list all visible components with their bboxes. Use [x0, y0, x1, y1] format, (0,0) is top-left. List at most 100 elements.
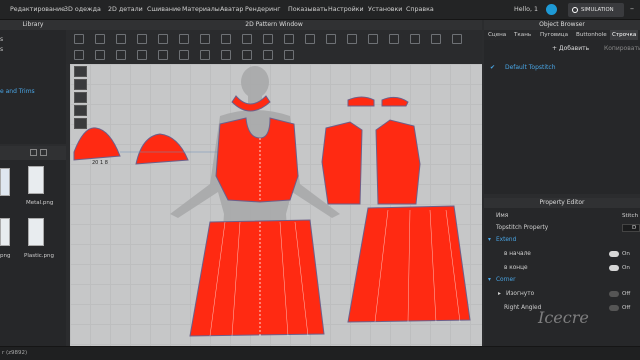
seam-tool-icon[interactable] [263, 34, 273, 44]
menu-item-3d-garment[interactable]: 3D одежда [64, 6, 101, 13]
visibility-tool-icon[interactable] [74, 105, 87, 116]
section-corner[interactable]: ▾ Corner [484, 274, 640, 286]
curve-tool-icon[interactable] [200, 34, 210, 44]
back-yoke-left[interactable] [347, 96, 375, 107]
pattern-canvas[interactable]: 20 1 8 [70, 64, 482, 346]
chevron-down-icon: ▾ [488, 277, 491, 283]
property-editor-title: Property Editor [484, 198, 640, 208]
pleat-tool-icon[interactable] [305, 34, 315, 44]
menu-item-preferences[interactable]: Установки [368, 6, 402, 13]
cloud-icon[interactable] [546, 4, 557, 15]
sleeve-pattern-right[interactable] [135, 133, 189, 165]
menu-item-2d-pattern[interactable]: 2D детали [108, 6, 143, 13]
library-tree-item[interactable]: s [0, 46, 3, 53]
measure-label: 20 1 8 [92, 160, 108, 166]
menu-item-avatar[interactable]: Аватар [220, 6, 243, 13]
library-thumb[interactable] [28, 218, 44, 246]
right-angled-toggle[interactable] [609, 305, 619, 311]
property-label: Topstitch Property [496, 225, 549, 231]
lock-icon[interactable] [74, 118, 87, 129]
tack-tool-icon[interactable] [263, 50, 273, 60]
property-value: D [632, 225, 637, 231]
library-title: Library [0, 20, 66, 30]
pattern-window-title: 2D Pattern Window [66, 20, 482, 30]
minimize-icon[interactable]: – [630, 5, 638, 13]
fold-tool-icon[interactable] [284, 34, 294, 44]
symmetric-tool-icon[interactable] [452, 34, 462, 44]
menu-item-edit[interactable]: Редактирование [10, 6, 65, 13]
menu-item-help[interactable]: Справка [406, 6, 434, 13]
notch-tool-icon[interactable] [242, 34, 252, 44]
property-value: Off [622, 291, 631, 297]
user-greeting[interactable]: Hello, 1 [514, 6, 538, 13]
add-button[interactable]: + Добавить [552, 44, 594, 54]
pin-tool-icon[interactable] [242, 50, 252, 60]
internal-line-tool-icon[interactable] [179, 34, 189, 44]
simulation-icon [572, 7, 578, 13]
transform-tool-icon[interactable] [95, 34, 105, 44]
copy-button[interactable]: Копировать [604, 44, 640, 54]
cut-tool-icon[interactable] [95, 50, 105, 60]
library-tree-item-selected[interactable]: e and Trims [0, 88, 35, 95]
topstitch-tool-icon[interactable] [326, 34, 336, 44]
menu-item-display[interactable]: Показывать [288, 6, 328, 13]
library-tree: s s e and Trims [0, 30, 66, 144]
circle-tool-icon[interactable] [158, 34, 168, 44]
library-thumb[interactable] [0, 218, 10, 246]
zipper-tool-icon[interactable] [368, 34, 378, 44]
property-value[interactable]: Stitch [622, 210, 638, 222]
extend-start-toggle[interactable] [609, 251, 619, 257]
library-item-label: Plastic.png [24, 253, 55, 259]
transform-tool-icon[interactable] [74, 79, 87, 90]
edit-tool-icon[interactable] [74, 92, 87, 103]
menu-item-settings[interactable]: Настройки [328, 6, 364, 13]
object-browser-title: Object Browser [484, 20, 640, 30]
trace-tool-icon[interactable] [137, 50, 147, 60]
topstitch-list-item[interactable]: ✔ Default Topstitch [490, 62, 640, 74]
menu-item-render[interactable]: Рендеринг [245, 6, 281, 13]
menu-item-materials[interactable]: Материалы [182, 6, 220, 13]
select-tool-icon[interactable] [74, 34, 84, 44]
bodice-back-left[interactable] [321, 121, 363, 205]
grade-tool-icon[interactable] [431, 34, 441, 44]
skirt-front[interactable] [189, 219, 325, 337]
rectangle-tool-icon[interactable] [137, 34, 147, 44]
text-tool-icon[interactable] [389, 34, 399, 44]
tab-buttonhole[interactable]: Buttonhole [576, 30, 607, 40]
library-thumb[interactable] [28, 166, 44, 194]
tab-fabric[interactable]: Ткань [514, 30, 531, 40]
menu-item-sewing[interactable]: Сшивание [147, 6, 181, 13]
tab-button[interactable]: Пуговица [540, 30, 568, 40]
view-list-icon[interactable] [40, 149, 47, 156]
property-label: в конце [504, 265, 528, 271]
select-tool-icon[interactable] [74, 66, 87, 77]
library-thumb[interactable] [0, 168, 10, 196]
property-row-extend-start: в начале On [484, 248, 640, 260]
style-tool-icon[interactable] [284, 50, 294, 60]
measure-tool-icon[interactable] [410, 34, 420, 44]
tab-scene[interactable]: Сцена [488, 30, 506, 40]
curved-toggle[interactable] [609, 291, 619, 297]
merge-tool-icon[interactable] [116, 50, 126, 60]
annotate-tool-icon[interactable] [158, 50, 168, 60]
mirror-tool-icon[interactable] [74, 50, 84, 60]
property-label: в начале [504, 251, 531, 257]
bodice-back-right[interactable] [375, 119, 421, 205]
snap-tool-icon[interactable] [179, 50, 189, 60]
simulation-button[interactable]: SIMULATION [568, 3, 624, 17]
back-yoke-right[interactable] [381, 96, 409, 107]
view-grid-icon[interactable] [30, 149, 37, 156]
library-tree-item[interactable]: s [0, 36, 3, 43]
grid-tool-icon[interactable] [200, 50, 210, 60]
tab-topstitch[interactable]: Строчка [610, 30, 639, 40]
button-tool-icon[interactable] [347, 34, 357, 44]
topstitch-property-field[interactable] [622, 224, 640, 232]
layer-tool-icon[interactable] [221, 50, 231, 60]
polygon-tool-icon[interactable] [116, 34, 126, 44]
dart-tool-icon[interactable] [221, 34, 231, 44]
chevron-right-icon[interactable]: ▸ [498, 288, 501, 300]
extend-end-toggle[interactable] [609, 265, 619, 271]
topstitch-item-label: Default Topstitch [504, 64, 556, 71]
property-row-name: Имя Stitch [484, 210, 640, 222]
section-extend[interactable]: ▾ Extend [484, 234, 640, 246]
